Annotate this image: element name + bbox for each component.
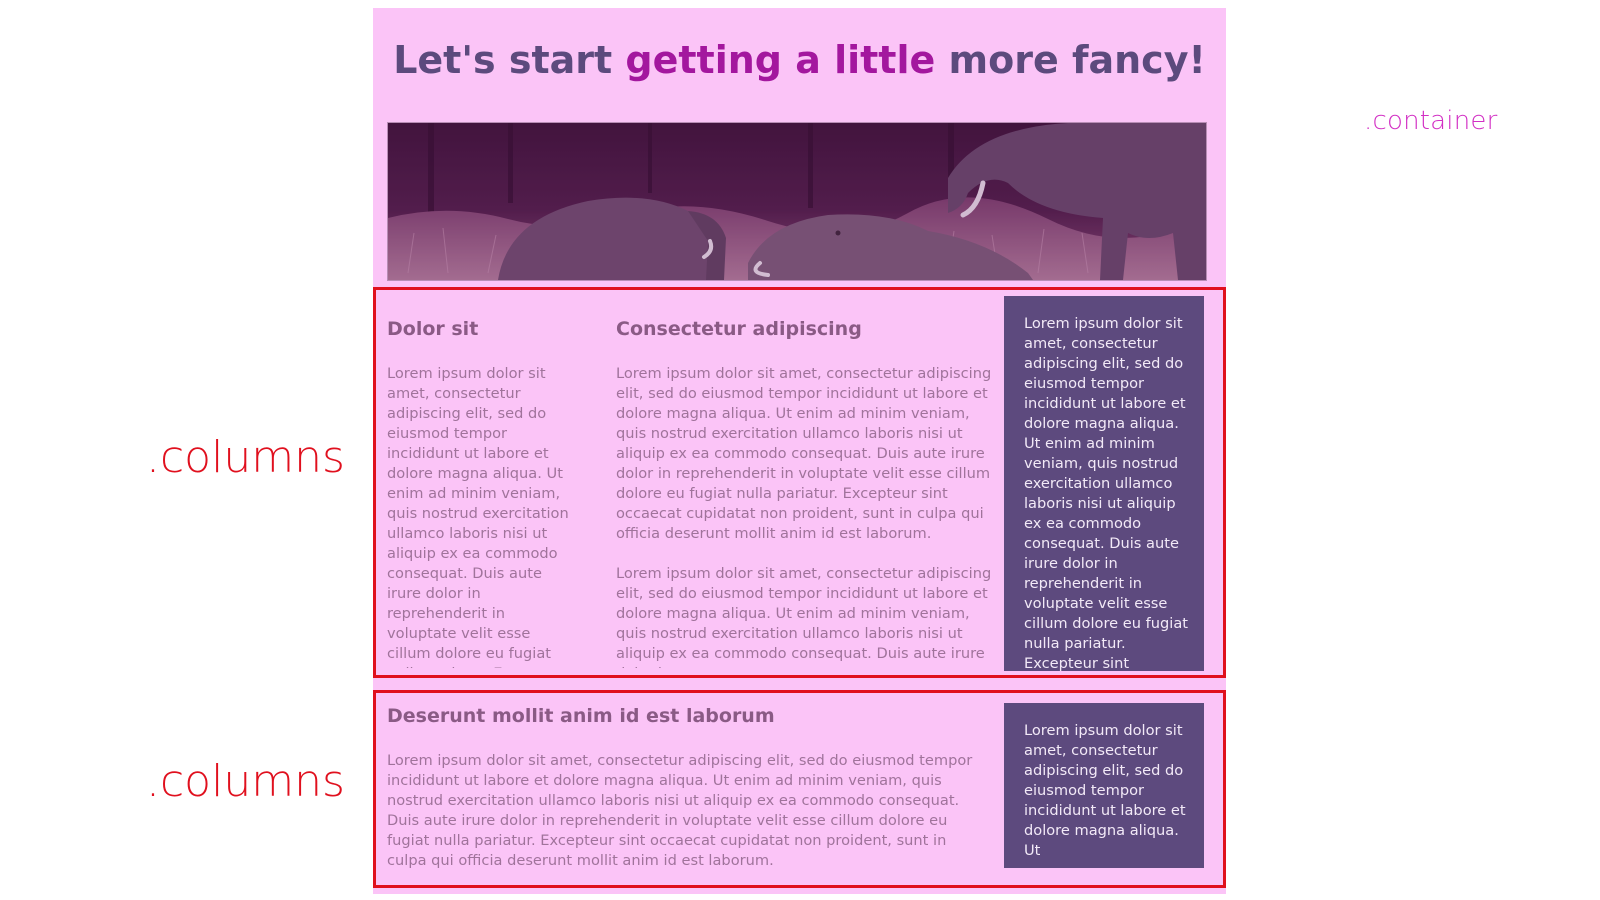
columns-row-1: Dolor sit Lorem ipsum dolor sit amet, co… (373, 287, 1226, 678)
aside-box: Lorem ipsum dolor sit amet, consectetur … (1004, 703, 1204, 868)
column-consectetur: Consectetur adipiscing Lorem ipsum dolor… (616, 318, 996, 668)
aside-text: Lorem ipsum dolor sit amet, consectetur … (1024, 315, 1189, 671)
title-accent: getting a little (625, 38, 936, 82)
column-dolor-sit: Dolor sit Lorem ipsum dolor sit amet, co… (387, 318, 577, 668)
column-heading: Consectetur adipiscing (616, 318, 862, 340)
column-text: Lorem ipsum dolor sit amet, consectetur … (387, 752, 973, 869)
page-container: Let's start getting a little more fancy! (373, 8, 1226, 894)
hero-image (387, 122, 1207, 281)
column-heading: Deserunt mollit anim id est laborum (387, 705, 775, 727)
columns-row-2: Deserunt mollit anim id est laborum Lore… (373, 690, 1226, 888)
columns-annotation-label: .columns (146, 756, 345, 807)
column-text: Lorem ipsum dolor sit amet, consectetur … (616, 565, 992, 668)
aside-box: Lorem ipsum dolor sit amet, consectetur … (1004, 296, 1204, 671)
columns-annotation-label: .columns (146, 432, 345, 483)
elephants-photo-icon (388, 123, 1206, 280)
title-part-1: Let's start (393, 38, 626, 82)
page-title: Let's start getting a little more fancy! (373, 38, 1226, 82)
title-part-2: more fancy! (935, 38, 1206, 82)
column-text: Lorem ipsum dolor sit amet, consectetur … (387, 365, 569, 668)
container-annotation-label: .container (1364, 106, 1498, 136)
column-text: Lorem ipsum dolor sit amet, consectetur … (616, 365, 992, 542)
column-heading: Dolor sit (387, 318, 479, 340)
column-deserunt: Deserunt mollit anim id est laborum Lore… (387, 705, 977, 880)
aside-text: Lorem ipsum dolor sit amet, consectetur … (1024, 722, 1186, 859)
